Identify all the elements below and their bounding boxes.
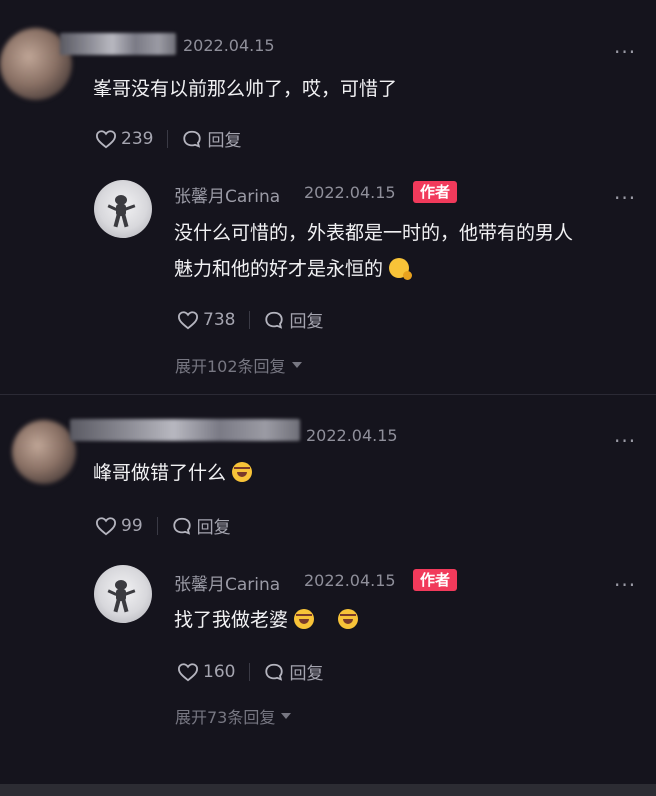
more-options-icon[interactable]: ··· [614,40,636,64]
reply-button[interactable]: 回复 [264,307,323,332]
reply-actions: 738 回复 [177,307,323,332]
action-separator [167,129,169,148]
reply-text: 找了我做老婆 [174,609,289,631]
like-count: 160 [203,661,236,682]
expand-replies-button[interactable]: 展开73条回复 [175,704,292,728]
reply-text-line: 找了我做老婆 [174,602,359,638]
heart-outline-icon [95,516,117,535]
comment-text: 峯哥没有以前那么帅了，哎，可惜了 [93,78,398,100]
reply-label: 回复 [289,312,324,332]
reply-text-line: 没什么可惜的，外表都是一时的，他带有的男人 [174,222,574,244]
reply-text-line: 魅力和他的好才是永恒的 [174,251,413,287]
like-button[interactable]: 99 [95,516,143,536]
comment-date: 2022.04.15 [306,426,398,445]
reply-date: 2022.04.15 [304,571,396,590]
reply-button[interactable]: 回复 [264,659,323,684]
thread-divider [0,394,656,395]
heart-outline-icon [177,310,199,329]
caret-down-icon [291,362,302,368]
action-separator [249,662,251,681]
reply-button[interactable]: 回复 [172,513,231,538]
like-count: 99 [121,515,143,536]
reply-button[interactable]: 回复 [182,126,241,151]
comment-date: 2022.04.15 [183,36,275,55]
heart-outline-icon [95,129,117,148]
figure-avatar-icon [107,580,136,613]
thinking-emoji-icon [389,258,413,280]
comment-text-line: 峰哥做错了什么 [93,455,253,491]
comment-actions: 99 回复 [95,513,231,538]
author-badge: 作者 [413,569,458,591]
reply-label: 回复 [196,518,231,538]
author-name[interactable]: 张馨月Carina [174,570,280,595]
commenter-name[interactable] [70,419,300,441]
speech-bubble-icon [265,663,284,681]
reply-actions: 160 回复 [177,659,323,684]
more-options-icon[interactable]: ··· [614,573,636,597]
comment-text: 峰哥做错了什么 [93,462,227,484]
reply-label: 回复 [207,131,242,151]
commenter-name[interactable] [60,33,176,55]
laughing-emoji-icon [294,609,315,629]
author-avatar[interactable] [94,565,152,623]
reply-text: 魅力和他的好才是永恒的 [174,258,384,280]
author-name[interactable]: 张馨月Carina [174,182,280,207]
caret-down-icon [281,713,292,719]
comment-actions: 239 回复 [95,126,241,151]
reply-date: 2022.04.15 [304,183,396,202]
like-button[interactable]: 160 [177,662,235,682]
speech-bubble-icon [173,517,191,535]
action-separator [156,516,158,535]
more-options-icon[interactable]: ··· [614,186,636,210]
author-badge: 作者 [413,181,458,203]
laughing-emoji-icon [232,462,253,482]
author-avatar[interactable] [94,180,152,238]
speech-bubble-icon [265,311,284,329]
heart-outline-icon [177,662,199,681]
action-separator [249,310,251,329]
figure-avatar-icon [107,195,136,228]
expand-replies-button[interactable]: 展开102条回复 [175,353,302,377]
like-button[interactable]: 239 [95,129,153,149]
laughing-emoji-icon [338,609,359,629]
like-count: 239 [121,128,154,149]
expand-replies-label: 展开73条回复 [175,708,276,727]
commenter-avatar[interactable] [12,420,76,484]
like-button[interactable]: 738 [177,310,235,330]
like-count: 738 [203,309,236,330]
bottom-input-bar[interactable] [0,784,656,796]
more-options-icon[interactable]: ··· [614,429,636,453]
speech-bubble-icon [183,130,202,148]
expand-replies-label: 展开102条回复 [175,357,286,376]
reply-label: 回复 [289,664,324,684]
